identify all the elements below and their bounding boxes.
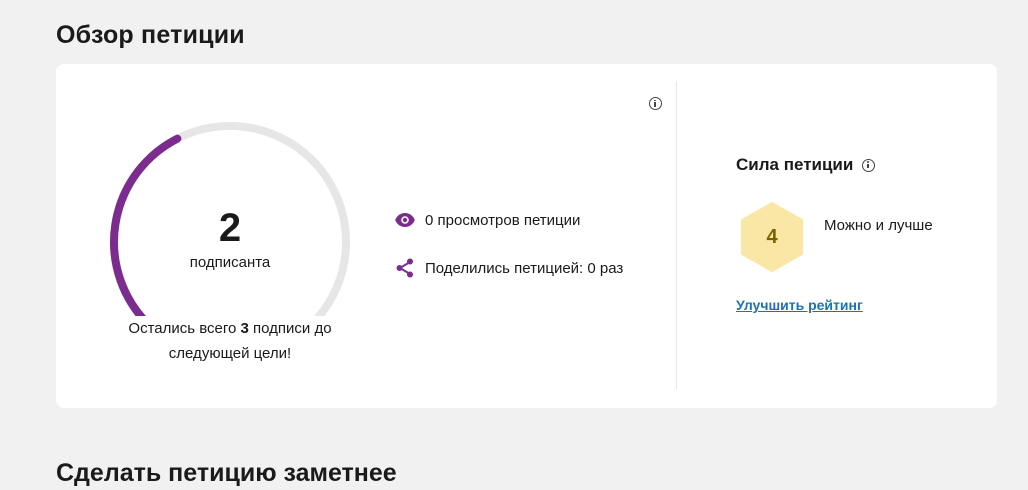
shares-text: Поделились петицией: 0 раз bbox=[425, 259, 624, 277]
info-icon[interactable] bbox=[862, 158, 876, 172]
goal-remaining-count: 3 bbox=[240, 320, 249, 337]
signature-count-label: подписанта bbox=[189, 254, 271, 271]
shares-stat: Поделились петицией: 0 раз bbox=[394, 257, 623, 279]
strength-title-text: Сила петиции bbox=[736, 155, 854, 174]
goal-prefix: Остались всего bbox=[128, 320, 241, 337]
strength-score: 4 bbox=[766, 225, 778, 248]
eye-icon bbox=[394, 209, 416, 231]
views-text: 0 просмотров петиции bbox=[425, 211, 581, 229]
strength-rating-label: Можно и лучше bbox=[824, 217, 933, 234]
improve-rating-link[interactable]: Улучшить рейтинг bbox=[736, 297, 863, 313]
next-goal-text: Остались всего 3 подписи до следующей це… bbox=[100, 316, 360, 366]
petition-strength-title: Сила петиции bbox=[736, 154, 876, 176]
share-icon bbox=[394, 257, 416, 279]
views-stat: 0 просмотров петиции bbox=[394, 209, 580, 231]
petition-overview-card: 2 подписанта Остались всего 3 подписи до… bbox=[56, 64, 997, 408]
signature-count: 2 bbox=[218, 206, 242, 250]
strength-score-badge: 4 bbox=[740, 201, 804, 273]
info-icon[interactable] bbox=[649, 97, 662, 110]
section-divider bbox=[676, 81, 677, 389]
signature-gauge: 2 подписанта bbox=[108, 116, 352, 316]
section-heading: Сделать петицию заметнее bbox=[56, 459, 397, 487]
page-title: Обзор петиции bbox=[56, 21, 245, 49]
